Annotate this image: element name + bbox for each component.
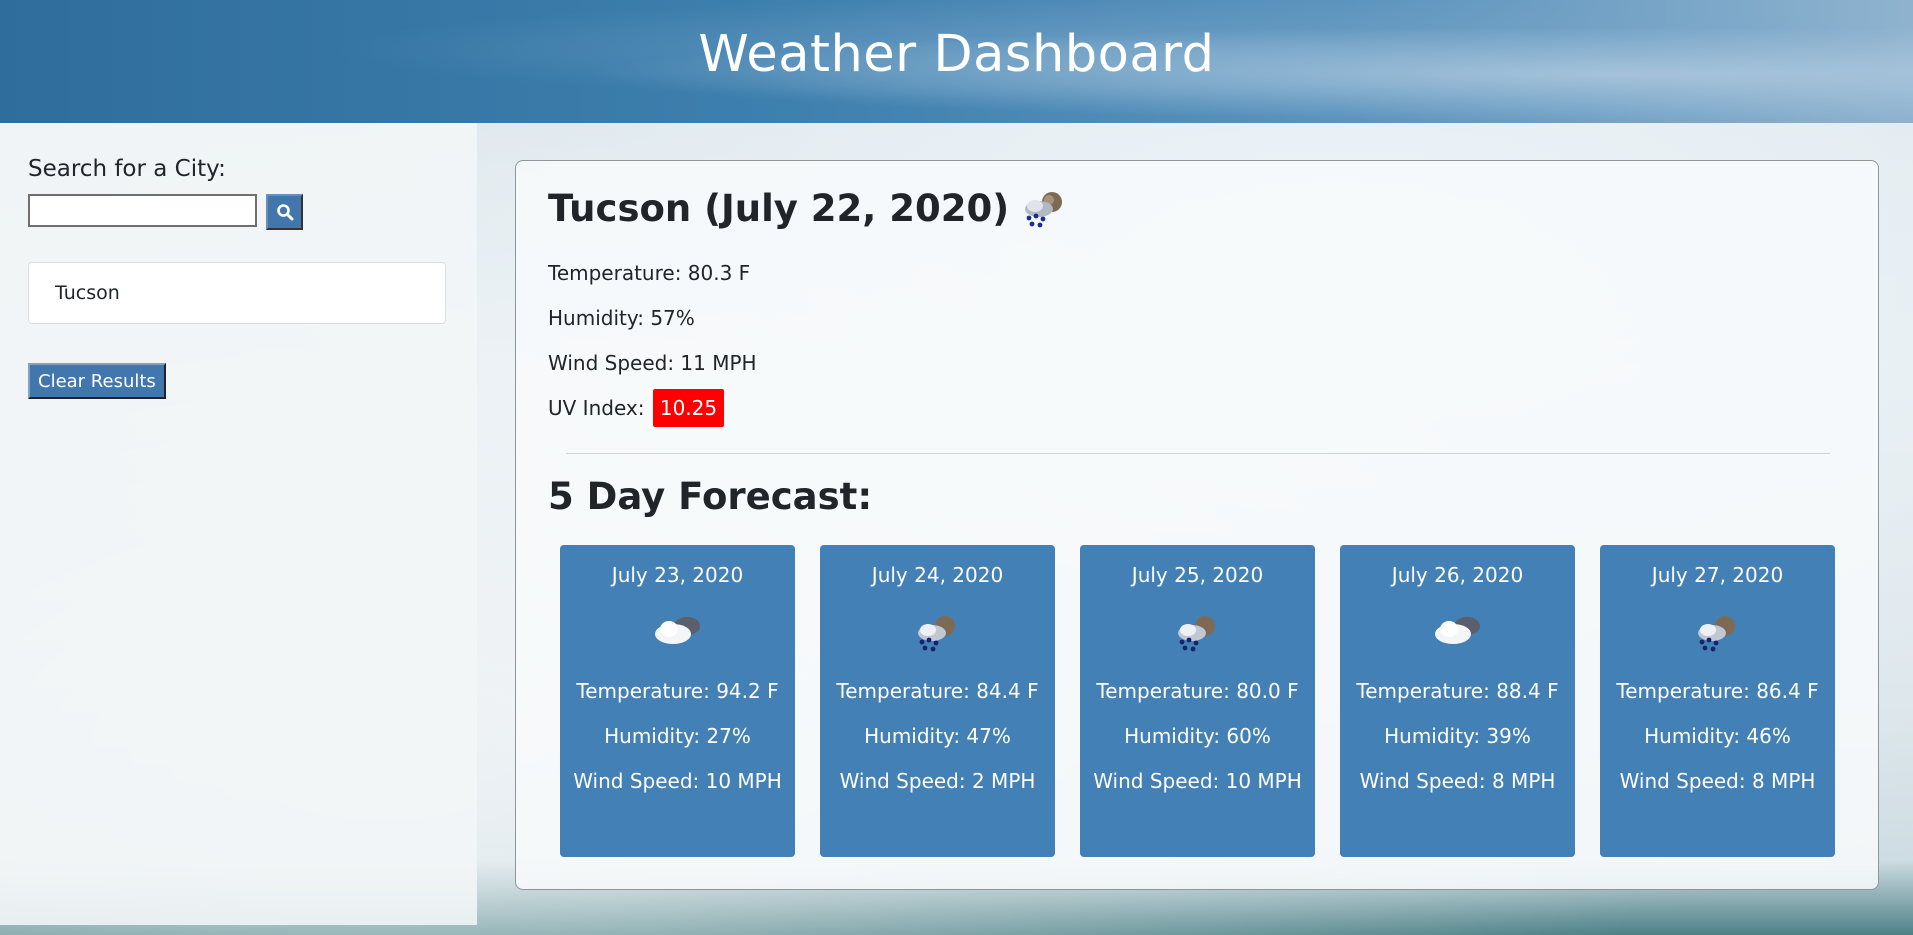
current-uv-row: UV Index: 10.25 bbox=[548, 389, 725, 427]
current-city-title: Tucson (July 22, 2020) bbox=[548, 187, 1010, 230]
page-header: Weather Dashboard bbox=[0, 0, 1913, 123]
forecast-card: July 24, 2020 Temperature: 84.4 F Humidi… bbox=[820, 545, 1055, 857]
search-label: Search for a City: bbox=[28, 156, 226, 182]
clear-results-button[interactable]: Clear Results bbox=[28, 363, 166, 399]
forecast-temperature: Temperature: 80.0 F bbox=[1096, 679, 1299, 703]
page-title: Weather Dashboard bbox=[698, 25, 1215, 84]
section-divider bbox=[566, 453, 1830, 454]
forecast-wind-speed: Wind Speed: 8 MPH bbox=[1359, 769, 1556, 793]
search-button[interactable] bbox=[266, 194, 303, 230]
forecast-date: July 23, 2020 bbox=[611, 563, 744, 587]
forecast-card: July 27, 2020 Temperature: 86.4 F Humidi… bbox=[1600, 545, 1835, 857]
uv-index-badge: 10.25 bbox=[652, 389, 725, 427]
forecast-humidity: Humidity: 39% bbox=[1384, 724, 1531, 748]
forecast-wind-speed: Wind Speed: 10 MPH bbox=[1093, 769, 1302, 793]
cloudy-icon bbox=[1340, 613, 1575, 647]
forecast-card: July 23, 2020 Temperature: 94.2 F Humidi… bbox=[560, 545, 795, 857]
current-humidity: Humidity: 57% bbox=[548, 306, 695, 330]
sidebar: Search for a City: Tucson Clear Results bbox=[0, 123, 477, 925]
current-weather-card: Tucson (July 22, 2020) Temperature: 80.3… bbox=[515, 160, 1879, 890]
forecast-humidity: Humidity: 46% bbox=[1644, 724, 1791, 748]
forecast-date: July 27, 2020 bbox=[1651, 563, 1784, 587]
uv-index-label: UV Index: bbox=[548, 396, 645, 420]
forecast-card: July 25, 2020 Temperature: 80.0 F Humidi… bbox=[1080, 545, 1315, 857]
forecast-temperature: Temperature: 86.4 F bbox=[1616, 679, 1819, 703]
forecast-card: July 26, 2020 Temperature: 88.4 F Humidi… bbox=[1340, 545, 1575, 857]
cloudy-icon bbox=[560, 613, 795, 647]
forecast-wind-speed: Wind Speed: 10 MPH bbox=[573, 769, 782, 793]
rain-cloud-icon bbox=[1019, 189, 1071, 229]
forecast-date: July 25, 2020 bbox=[1131, 563, 1264, 587]
current-wind-speed: Wind Speed: 11 MPH bbox=[548, 351, 757, 375]
search-icon bbox=[276, 204, 293, 221]
forecast-temperature: Temperature: 88.4 F bbox=[1356, 679, 1559, 703]
forecast-humidity: Humidity: 47% bbox=[864, 724, 1011, 748]
forecast-wind-speed: Wind Speed: 2 MPH bbox=[839, 769, 1036, 793]
current-temperature: Temperature: 80.3 F bbox=[548, 261, 751, 285]
forecast-humidity: Humidity: 60% bbox=[1124, 724, 1271, 748]
search-history-item[interactable]: Tucson bbox=[28, 262, 446, 324]
rain-cloud-icon bbox=[820, 613, 1055, 653]
forecast-date: July 26, 2020 bbox=[1391, 563, 1524, 587]
forecast-temperature: Temperature: 84.4 F bbox=[836, 679, 1039, 703]
forecast-title: 5 Day Forecast: bbox=[548, 475, 873, 518]
forecast-date: July 24, 2020 bbox=[871, 563, 1004, 587]
forecast-wind-speed: Wind Speed: 8 MPH bbox=[1619, 769, 1816, 793]
forecast-humidity: Humidity: 27% bbox=[604, 724, 751, 748]
rain-cloud-icon bbox=[1600, 613, 1835, 653]
rain-cloud-icon bbox=[1080, 613, 1315, 653]
forecast-temperature: Temperature: 94.2 F bbox=[576, 679, 779, 703]
city-search-input[interactable] bbox=[28, 194, 257, 227]
current-city-heading: Tucson (July 22, 2020) bbox=[548, 187, 1071, 230]
